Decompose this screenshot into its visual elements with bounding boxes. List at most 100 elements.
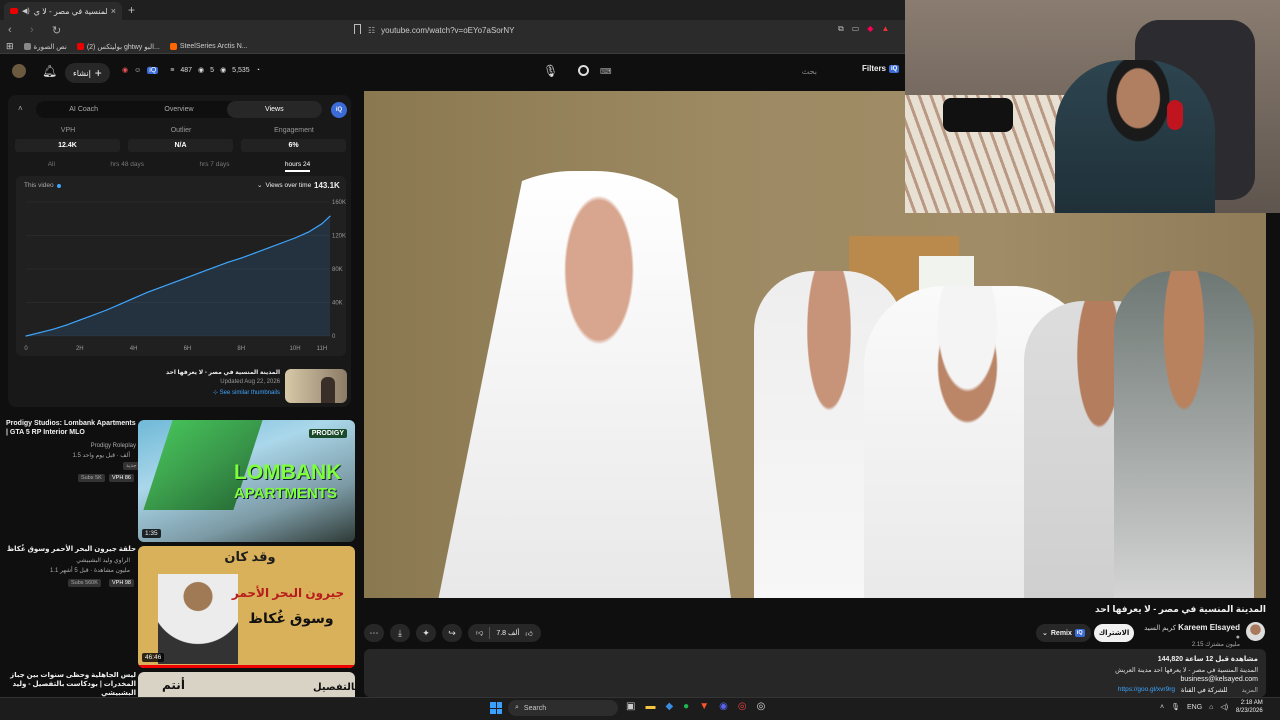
- bookmark-icon[interactable]: [354, 24, 361, 34]
- bookmark-item[interactable]: نص الصورة: [23, 43, 67, 51]
- filters-button[interactable]: Filters iQ: [862, 64, 900, 73]
- video-actions: ⋯ ⤓ ✦ ↪ 👍︎ 7.8 ألف 👍︎: [364, 624, 541, 642]
- chart-point: [25, 335, 27, 337]
- chart-x-tick-label: 2H: [76, 346, 84, 352]
- reload-icon[interactable]: ↻: [52, 24, 66, 37]
- apps-grid-icon[interactable]: ⊞: [6, 41, 14, 52]
- share-icon[interactable]: ↪: [442, 624, 462, 642]
- back-icon[interactable]: ‹: [8, 24, 22, 36]
- channel-avatar[interactable]: [1246, 622, 1265, 641]
- like-icon[interactable]: 👍︎: [525, 629, 532, 638]
- recommendation-1[interactable]: Prodigy Studios: Lombank Apartments | GT…: [6, 420, 356, 542]
- tab-audio-icon[interactable]: ◀): [22, 7, 30, 15]
- shield-icon[interactable]: ◆: [867, 24, 873, 34]
- search-icon: ⌕: [515, 704, 519, 711]
- network-icon[interactable]: ⌂: [1209, 704, 1213, 711]
- chart-point: [267, 247, 269, 249]
- microphone-icon[interactable]: 🎙︎: [543, 64, 558, 78]
- desc-link-row: https://goo.gl/xvr9rg للشركة في القناة ا…: [1118, 686, 1258, 694]
- download-icon[interactable]: ⤓: [390, 624, 410, 642]
- store-icon[interactable]: ◆: [665, 701, 673, 712]
- chrome-icon[interactable]: ◎: [738, 701, 747, 712]
- mic-icon[interactable]: 🎙︎: [1171, 703, 1180, 711]
- volume-icon[interactable]: ◁): [1220, 703, 1228, 711]
- thumb-video-title: المدينة المنسية في مصر - لا يعرفها احد: [166, 370, 280, 376]
- start-icon[interactable]: [490, 702, 502, 714]
- eye-icon: ◉: [198, 67, 205, 74]
- extension-icon[interactable]: ◉: [122, 66, 128, 74]
- description-box[interactable]: 144,820 مشاهدة قبل 12 ساعة المدينة المنس…: [364, 649, 1266, 697]
- chart-point: [280, 242, 283, 244]
- tab-ai-coach[interactable]: AI Coach: [36, 101, 131, 118]
- brave-icon[interactable]: ▼: [699, 701, 709, 712]
- cast-icon[interactable]: ▭: [852, 24, 860, 34]
- channel-name: Kareem Elsayed: [1178, 623, 1240, 632]
- browser-tab[interactable]: ◀) المدينة المنسية في مصر - لا ي ×: [4, 2, 122, 20]
- desc-line-1: المدينة المنسية في مصر - لا يعرفها احد م…: [1115, 667, 1258, 674]
- tab-favicon-icon: [10, 8, 18, 14]
- translate-icon[interactable]: ⧉: [838, 24, 844, 34]
- more-link[interactable]: المزيد: [1242, 686, 1258, 694]
- discord-icon[interactable]: ◉: [719, 701, 728, 712]
- notifications-bell-icon[interactable]: 🔔︎: [42, 64, 57, 78]
- bookmark-item[interactable]: (2) بوليتكس ghtwy البو...: [76, 43, 160, 51]
- tab-views[interactable]: Views: [226, 101, 322, 118]
- bookmark-item[interactable]: SteelSeries Arctis N...: [169, 43, 248, 50]
- file-explorer-icon[interactable]: ▬: [645, 701, 655, 712]
- recommendation-3[interactable]: ليس الجاهلية وحظى سنوات بين جباز المخدرا…: [6, 672, 356, 697]
- range-tab-48-days[interactable]: hrs 48 days: [110, 161, 144, 172]
- avatar[interactable]: [12, 64, 26, 78]
- legend-dot-icon: [56, 183, 61, 188]
- views-over-time-dropdown[interactable]: ⌄ Views over time: [257, 181, 311, 190]
- extension-icon[interactable]: ☺: [134, 67, 141, 74]
- site-settings-icon[interactable]: ☷: [368, 26, 375, 35]
- forward-icon[interactable]: ›: [30, 24, 44, 36]
- headset-icon: [1167, 100, 1183, 130]
- clock[interactable]: 2:18 AM 8/23/2026: [1236, 700, 1263, 716]
- metric-value-engagement: 6%: [241, 139, 346, 152]
- bookmark-favicon-icon: [169, 43, 177, 50]
- sparkle-icon[interactable]: ✦: [416, 624, 436, 642]
- chevron-down-icon: ⌄: [1042, 630, 1048, 637]
- obs-icon[interactable]: ◎: [757, 701, 766, 712]
- search-input[interactable]: ⌨ بحث: [570, 62, 825, 80]
- spotify-icon[interactable]: ●: [683, 701, 689, 712]
- thumb-updated: Updated Aug 22, 2026: [220, 379, 280, 385]
- taskbar-search[interactable]: ⌕ Search: [508, 700, 618, 716]
- clock-icon: ◔: [255, 66, 260, 74]
- address-bar[interactable]: ☷ youtube.com/watch?v=oEYo7aSorNY: [368, 23, 838, 37]
- rec-channel: Prodigy Roleplay: [90, 443, 136, 449]
- recommendation-2[interactable]: حلقة جيرون البحر الأحمر وسوق غُكاظ الراو…: [6, 546, 356, 668]
- dislike-icon[interactable]: 👍︎: [476, 629, 483, 638]
- current-thumbnail[interactable]: [285, 369, 347, 403]
- channel-info[interactable]: كريم السيد Kareem Elsayed ● 2.15 مليون م…: [1140, 623, 1240, 648]
- create-button[interactable]: إنشاء +: [65, 63, 110, 83]
- subscribe-button[interactable]: الاشتراك: [1094, 624, 1134, 642]
- tab-close-icon[interactable]: ×: [111, 6, 116, 16]
- stats-icon: ≡: [170, 66, 175, 74]
- range-tab-7-days[interactable]: hrs 7 days: [199, 161, 229, 172]
- desc-link[interactable]: https://goo.gl/xvr9rg: [1118, 686, 1175, 694]
- chart-point: [307, 231, 310, 233]
- chart-point: [200, 271, 202, 273]
- search-icon[interactable]: [578, 65, 589, 76]
- extension-stats: ◉ ☺ iQ ≡ 487 ◉ 5 ◉ 5,535 ◔: [122, 66, 260, 74]
- remix-button[interactable]: ⌄ Remix iQ: [1036, 624, 1091, 642]
- collapse-icon[interactable]: ˄: [18, 104, 23, 113]
- range-tab-24-hours[interactable]: hours 24: [284, 161, 311, 172]
- chevron-up-icon[interactable]: ˄: [1160, 704, 1164, 711]
- bookmarks-bar: ⊞ نص الصورة (2) بوليتكس ghtwy البو... St…: [0, 40, 905, 54]
- extension-icon[interactable]: ▲: [881, 24, 889, 34]
- new-tab-button[interactable]: +: [128, 3, 135, 17]
- see-similar-link[interactable]: ⊹ See similar thumbnails: [130, 389, 280, 396]
- range-tab-all[interactable]: All: [48, 161, 55, 172]
- vidiq-icon[interactable]: iQ: [147, 66, 159, 74]
- tab-overview[interactable]: Overview: [131, 101, 226, 118]
- keyboard-icon[interactable]: ⌨: [600, 67, 612, 76]
- task-view-icon[interactable]: ▣: [626, 701, 635, 712]
- more-actions-icon[interactable]: ⋯: [364, 624, 384, 642]
- language-indicator[interactable]: ENG: [1187, 704, 1202, 711]
- vidiq-icon[interactable]: iQ: [331, 102, 347, 118]
- total-views: 143.1K: [314, 181, 340, 190]
- thumb-line-2: جيرون البحر الأحمر: [231, 586, 345, 600]
